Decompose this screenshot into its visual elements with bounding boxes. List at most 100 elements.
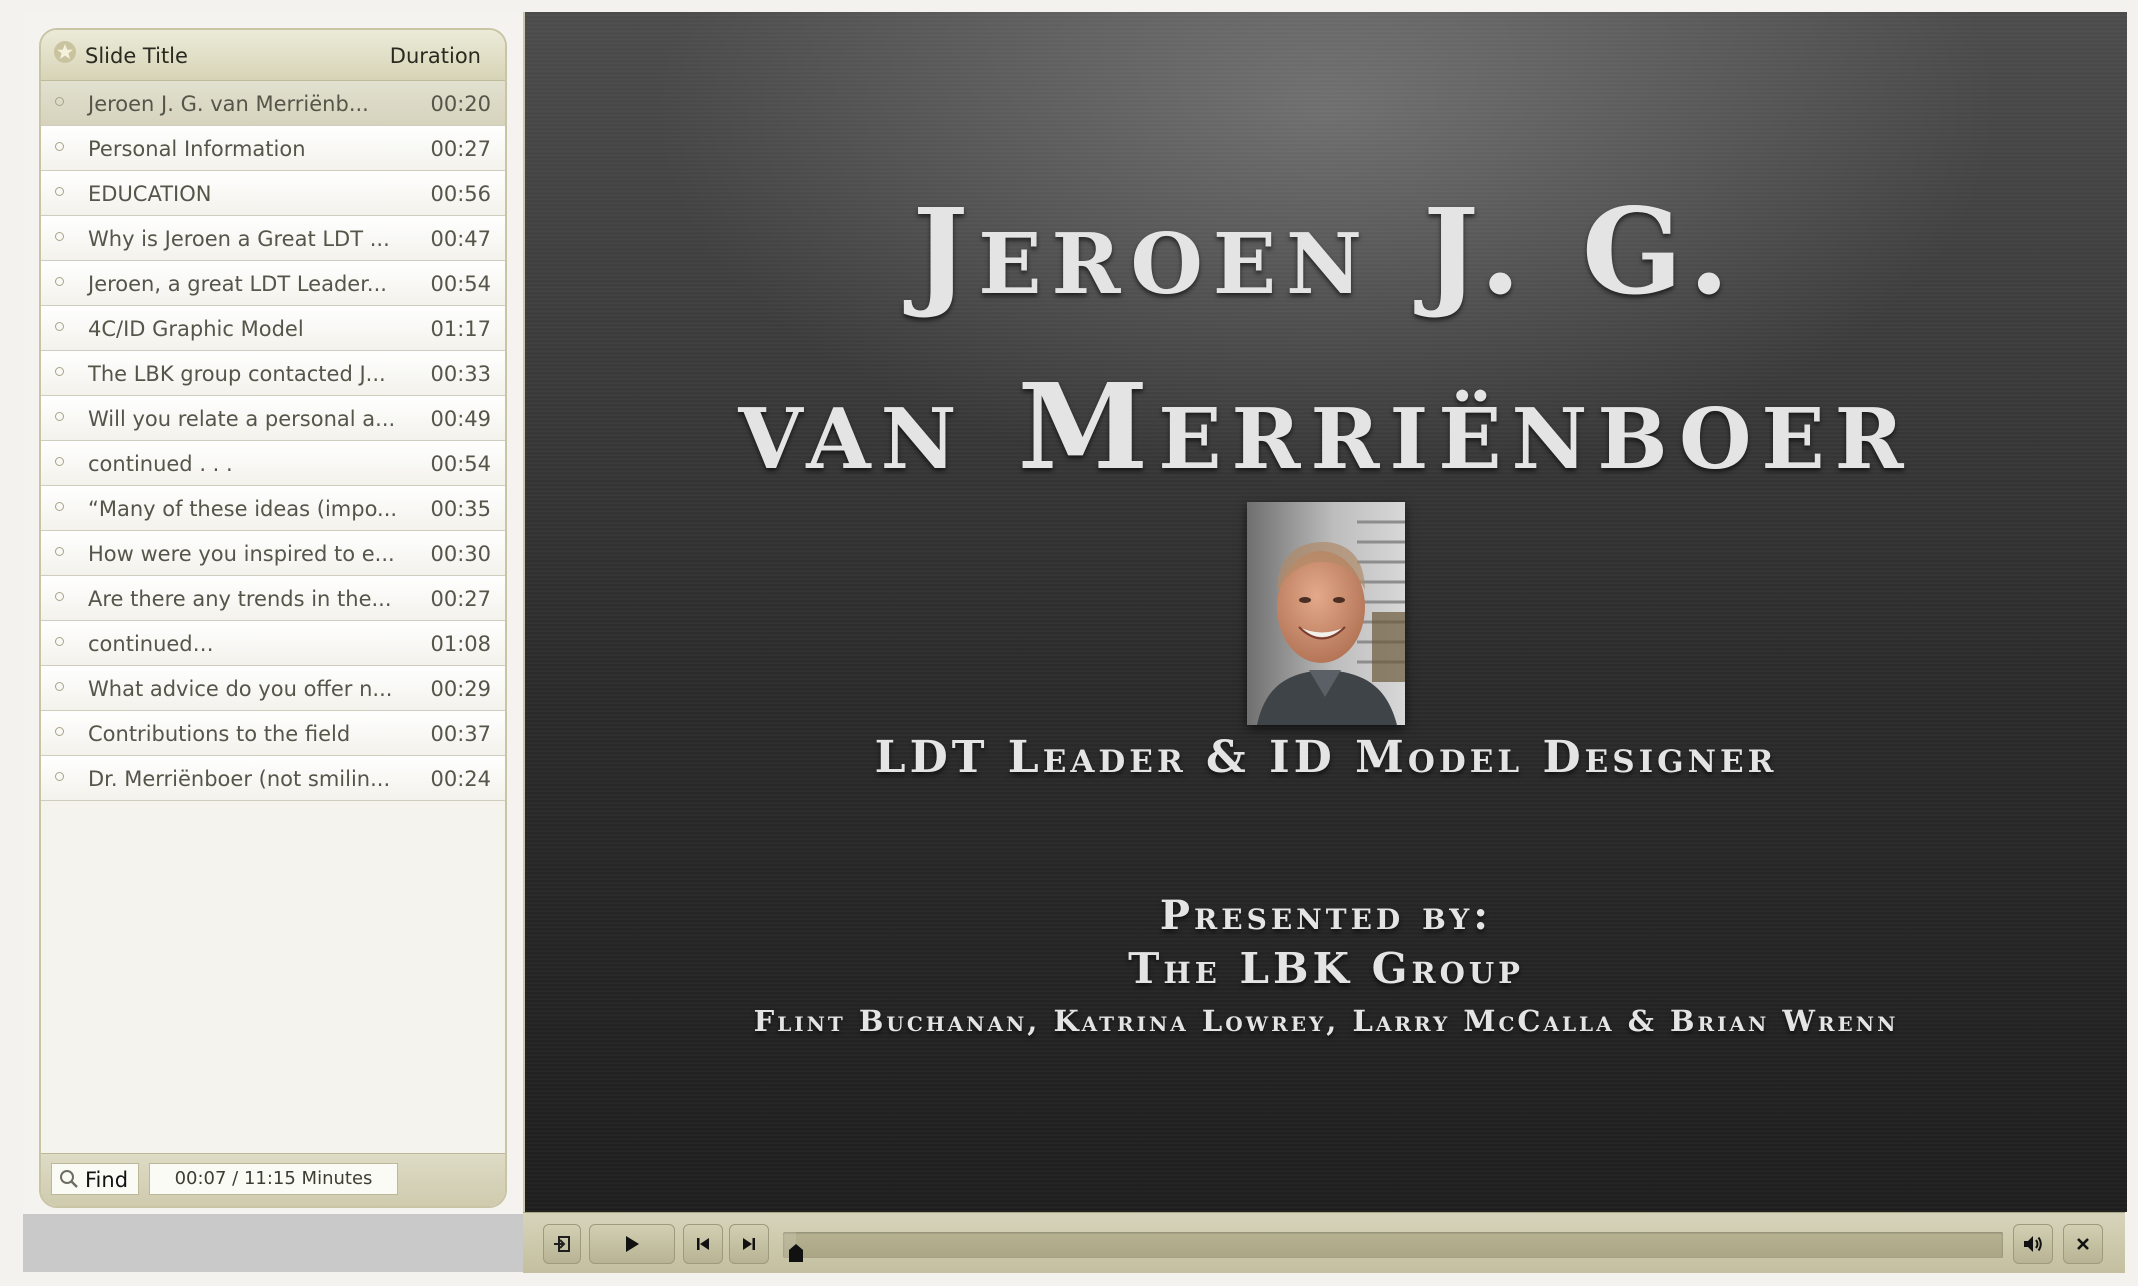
slide-item-duration: 01:08 bbox=[430, 632, 491, 656]
slide-list-item[interactable]: Jeroen, a great LDT Leader... 00:54 bbox=[41, 261, 505, 306]
bullet-icon bbox=[55, 367, 64, 376]
slide-title-line-1: Jeroen J. G. bbox=[912, 182, 1740, 321]
slide-item-title: Personal Information bbox=[88, 137, 306, 161]
slide-item-title: continued . . . bbox=[88, 452, 233, 476]
slide-list-item[interactable]: What advice do you offer n... 00:29 bbox=[41, 666, 505, 711]
slide-list-item[interactable]: The LBK group contacted J... 00:33 bbox=[41, 351, 505, 396]
slide-item-duration: 00:56 bbox=[430, 182, 491, 206]
slide-item-duration: 00:27 bbox=[430, 587, 491, 611]
slide-item-duration: 00:20 bbox=[430, 92, 491, 116]
slide-item-title: Why is Jeroen a Great LDT ... bbox=[88, 227, 390, 251]
slide-title-line-2: van Merriënboer bbox=[738, 357, 1914, 496]
slide-item-duration: 00:33 bbox=[430, 362, 491, 386]
bullet-icon bbox=[55, 547, 64, 556]
bullet-icon bbox=[55, 277, 64, 286]
bullet-icon bbox=[55, 682, 64, 691]
author-names: Flint Buchanan, Katrina Lowrey, Larry Mc… bbox=[753, 1004, 1899, 1038]
slide-item-title: Dr. Merriënboer (not smilin... bbox=[88, 767, 391, 791]
slide-list-item[interactable]: Will you relate a personal a... 00:49 bbox=[41, 396, 505, 441]
outline-sidebar: Slide Title Duration Jeroen J. G. van Me… bbox=[23, 12, 523, 1214]
play-icon bbox=[626, 1236, 639, 1252]
bullet-icon bbox=[55, 142, 64, 151]
close-icon bbox=[2077, 1238, 2089, 1250]
presenter-photo bbox=[1247, 502, 1405, 725]
slide-item-duration: 00:35 bbox=[430, 497, 491, 521]
slide-item-title: Jeroen, a great LDT Leader... bbox=[88, 272, 387, 296]
bullet-icon bbox=[55, 97, 64, 106]
next-slide-icon bbox=[743, 1238, 755, 1250]
bullet-icon bbox=[55, 232, 64, 241]
bullet-icon bbox=[55, 727, 64, 736]
slide-item-duration: 00:54 bbox=[430, 272, 491, 296]
slide-list-item[interactable]: continued . . . 00:54 bbox=[41, 441, 505, 486]
slide-item-title: How were you inspired to e... bbox=[88, 542, 395, 566]
slide-item-title: What advice do you offer n... bbox=[88, 677, 393, 701]
slide-item-duration: 00:30 bbox=[430, 542, 491, 566]
star-icon bbox=[54, 41, 76, 63]
slide-list-item[interactable]: Personal Information 00:27 bbox=[41, 126, 505, 171]
slide-list-item[interactable]: How were you inspired to e... 00:30 bbox=[41, 531, 505, 576]
slide-subtitle: LDT Leader & ID Model Designer bbox=[874, 732, 1778, 783]
slide-item-title: EDUCATION bbox=[88, 182, 212, 206]
slide-item-title: 4C/ID Graphic Model bbox=[88, 317, 304, 341]
seek-bar[interactable] bbox=[783, 1232, 2003, 1262]
slide-item-duration: 01:17 bbox=[430, 317, 491, 341]
slide-item-title: The LBK group contacted J... bbox=[88, 362, 386, 386]
bullet-icon bbox=[55, 187, 64, 196]
slide-list-item[interactable]: Contributions to the field 00:37 bbox=[41, 711, 505, 756]
bullet-icon bbox=[55, 772, 64, 781]
slide-item-title: Are there any trends in the... bbox=[88, 587, 392, 611]
outline-footer: Find 00:07 / 11:15 Minutes bbox=[41, 1153, 505, 1206]
slide-item-title: Will you relate a personal a... bbox=[88, 407, 396, 431]
slide-view: Jeroen J. G. van Merriënboer LDT Leader … bbox=[523, 12, 2127, 1212]
slide-title-column-header[interactable]: Slide Title bbox=[85, 44, 188, 68]
volume-icon bbox=[2024, 1236, 2042, 1252]
slide-item-title: Contributions to the field bbox=[88, 722, 351, 746]
slide-list-item[interactable]: Jeroen J. G. van Merriënb... 00:20 bbox=[41, 81, 505, 126]
search-icon bbox=[60, 1170, 78, 1188]
playback-control-bar bbox=[523, 1212, 2125, 1273]
presented-by-label: Presented by: bbox=[1159, 892, 1493, 939]
bullet-icon bbox=[55, 502, 64, 511]
bullet-icon bbox=[55, 592, 64, 601]
slide-list: Jeroen J. G. van Merriënb... 00:20 Persona… bbox=[41, 81, 505, 801]
volume-button[interactable] bbox=[2013, 1224, 2053, 1264]
find-button[interactable]: Find bbox=[51, 1163, 139, 1195]
slide-item-duration: 00:27 bbox=[430, 137, 491, 161]
outline-panel: Slide Title Duration Jeroen J. G. van Me… bbox=[39, 28, 507, 1208]
slide-item-title: continued… bbox=[88, 632, 214, 656]
slide-list-item[interactable]: 4C/ID Graphic Model 01:17 bbox=[41, 306, 505, 351]
slide-list-item[interactable]: Dr. Merriënboer (not smilin... 00:24 bbox=[41, 756, 505, 801]
presentation-player: Slide Title Duration Jeroen J. G. van Me… bbox=[0, 0, 2138, 1286]
bullet-icon bbox=[55, 637, 64, 646]
slide-item-title: Jeroen J. G. van Merriënb... bbox=[88, 92, 369, 116]
slide-item-duration: 00:54 bbox=[430, 452, 491, 476]
slide-item-duration: 00:29 bbox=[430, 677, 491, 701]
previous-slide-icon bbox=[697, 1238, 709, 1250]
outline-header: Slide Title Duration bbox=[41, 30, 505, 81]
slide-item-duration: 00:37 bbox=[430, 722, 491, 746]
slide-list-item[interactable]: “Many of these ideas (impo... 00:35 bbox=[41, 486, 505, 531]
previous-slide-button[interactable] bbox=[683, 1224, 723, 1264]
slide-list-item[interactable]: Why is Jeroen a Great LDT ... 00:47 bbox=[41, 216, 505, 261]
slide-item-duration: 00:47 bbox=[430, 227, 491, 251]
exit-button[interactable] bbox=[543, 1224, 581, 1264]
seek-thumb-icon[interactable] bbox=[788, 1244, 803, 1262]
elapsed-time-readout: 00:07 / 11:15 Minutes bbox=[149, 1163, 398, 1195]
slide-list-item[interactable]: EDUCATION 00:56 bbox=[41, 171, 505, 216]
play-button[interactable] bbox=[589, 1224, 675, 1264]
slide-list-item[interactable]: continued… 01:08 bbox=[41, 621, 505, 666]
slide-item-duration: 00:49 bbox=[430, 407, 491, 431]
slide-item-title: “Many of these ideas (impo... bbox=[88, 497, 398, 521]
bullet-icon bbox=[55, 412, 64, 421]
exit-icon bbox=[554, 1236, 570, 1252]
find-label: Find bbox=[85, 1168, 129, 1192]
next-slide-button[interactable] bbox=[729, 1224, 769, 1264]
slide-list-item[interactable]: Are there any trends in the... 00:27 bbox=[41, 576, 505, 621]
slide-item-duration: 00:24 bbox=[430, 767, 491, 791]
group-name: The LBK Group bbox=[1128, 944, 1524, 993]
bullet-icon bbox=[55, 322, 64, 331]
bullet-icon bbox=[55, 457, 64, 466]
close-button[interactable] bbox=[2063, 1224, 2103, 1264]
duration-column-header[interactable]: Duration bbox=[390, 44, 481, 68]
